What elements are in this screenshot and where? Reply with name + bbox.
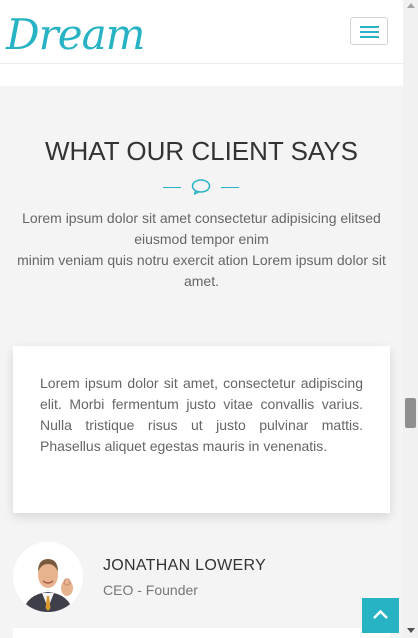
navbar: Dream [0,0,403,64]
back-to-top-button[interactable] [362,598,399,633]
header-spacer [0,64,403,86]
hamburger-icon [360,26,379,28]
intro-line: minim veniam quis notru exercit ation Lo… [17,252,386,289]
section-title: WHAT OUR CLIENT SAYS [44,136,358,166]
page-scrollbar[interactable] [403,0,418,638]
section-intro: Lorem ipsum dolor sit amet consectetur a… [8,208,395,292]
speech-bubble-icon [191,179,211,195]
brand-logo[interactable]: Dream [6,8,145,62]
testimonial-quote: Lorem ipsum dolor sit amet, consectetur … [40,375,363,454]
chevron-up-icon [373,609,388,619]
intro-line: Lorem ipsum dolor sit amet consectetur a… [22,210,381,247]
author-name: JONATHAN LOWERY [103,557,267,574]
scroll-down-arrow-icon[interactable] [407,628,415,633]
section-divider [163,179,239,195]
author-avatar [13,542,83,612]
author-role: CEO - Founder [103,582,198,598]
scroll-up-arrow-icon[interactable] [407,3,415,8]
next-card-edge [13,628,390,638]
scrollbar-thumb[interactable] [405,398,416,428]
testimonial-card: Lorem ipsum dolor sit amet, consectetur … [13,346,390,513]
menu-toggle-button[interactable] [350,17,388,45]
